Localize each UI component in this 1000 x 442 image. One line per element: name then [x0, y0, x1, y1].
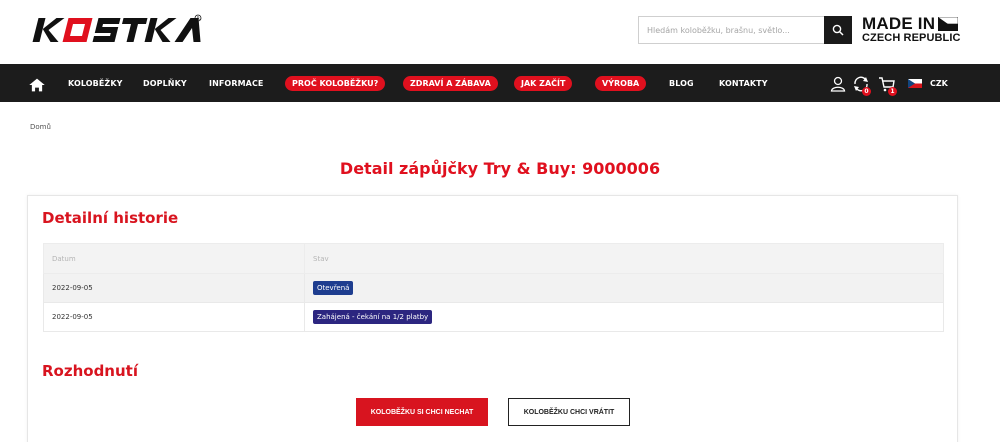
history-table: Datum Stav 2022-09-05 Otevřená 2022-09-0…: [43, 243, 944, 332]
nav-pill-proc-kolobezku[interactable]: PROČ KOLOBĚŽKU?: [285, 76, 386, 91]
made-in-badge: MADE IN CZECH REPUBLIC: [862, 15, 962, 44]
status-badge: Zahájená - čekání na 1/2 platby: [313, 310, 433, 324]
search-icon: [832, 24, 844, 36]
nav-item-blog[interactable]: BLOG: [669, 64, 694, 102]
row-date: 2022-09-05: [43, 273, 305, 303]
nav-item-doplnky[interactable]: DOPLŇKY: [143, 64, 187, 102]
czech-flag-icon: [938, 16, 959, 31]
nav-item-kontakty[interactable]: KONTAKTY: [719, 64, 768, 102]
nav-pill-vyroba[interactable]: VÝROBA: [595, 76, 647, 91]
nav-pill-jak-zacit[interactable]: JAK ZAČÍT: [514, 76, 573, 91]
column-header-stav: Stav: [304, 243, 944, 274]
search-field[interactable]: [638, 16, 824, 44]
table-row: 2022-09-05 Zahájená - čekání na 1/2 plat…: [43, 302, 944, 332]
site-header: R MADE IN CZECH REPUBLIC: [0, 0, 1000, 64]
main-nav: KOLOBĚŽKY DOPLŇKY INFORMACE PROČ KOLOBĚŽ…: [0, 64, 1000, 102]
made-in-line2: CZECH REPUBLIC: [862, 32, 961, 44]
kostka-logo[interactable]: R: [30, 12, 202, 48]
currency-switch[interactable]: CZK: [908, 64, 948, 102]
status-badge: Otevřená: [313, 281, 354, 295]
decision-title: Rozhodnutí: [42, 362, 138, 380]
search-input[interactable]: [639, 17, 824, 43]
row-date: 2022-09-05: [43, 302, 305, 332]
table-row: 2022-09-05 Otevřená: [43, 273, 944, 303]
search-button[interactable]: [824, 16, 852, 44]
nav-item-kolobezky[interactable]: KOLOBĚŽKY: [68, 64, 123, 102]
made-in-line1: MADE IN: [862, 14, 936, 33]
cart-button[interactable]: 1: [878, 75, 898, 97]
nav-item-informace[interactable]: INFORMACE: [209, 64, 264, 102]
breadcrumb-home[interactable]: Domů: [30, 123, 51, 131]
nav-pill-zdravi-a-zabava[interactable]: ZDRAVÍ A ZÁBAVA: [403, 76, 498, 91]
return-scooter-button[interactable]: KOLOBĚŽKU CHCI VRÁTIT: [508, 398, 630, 426]
compare-button[interactable]: 0: [852, 75, 872, 97]
cart-count-badge: 1: [888, 87, 897, 96]
home-icon[interactable]: [28, 76, 46, 94]
czech-flag-icon: [908, 78, 922, 88]
page-title: Detail zápůjčky Try & Buy: 9000006: [339, 159, 661, 178]
user-icon[interactable]: [829, 75, 847, 93]
loan-detail-card: Detailní historie Datum Stav 2022-09-05 …: [27, 195, 958, 442]
history-title: Detailní historie: [42, 209, 179, 227]
compare-count-badge: 0: [862, 87, 871, 96]
svg-text:R: R: [197, 16, 200, 22]
keep-scooter-button[interactable]: KOLOBĚŽKU SI CHCI NECHAT: [356, 398, 488, 426]
currency-label: CZK: [930, 78, 948, 88]
column-header-datum: Datum: [43, 243, 305, 274]
